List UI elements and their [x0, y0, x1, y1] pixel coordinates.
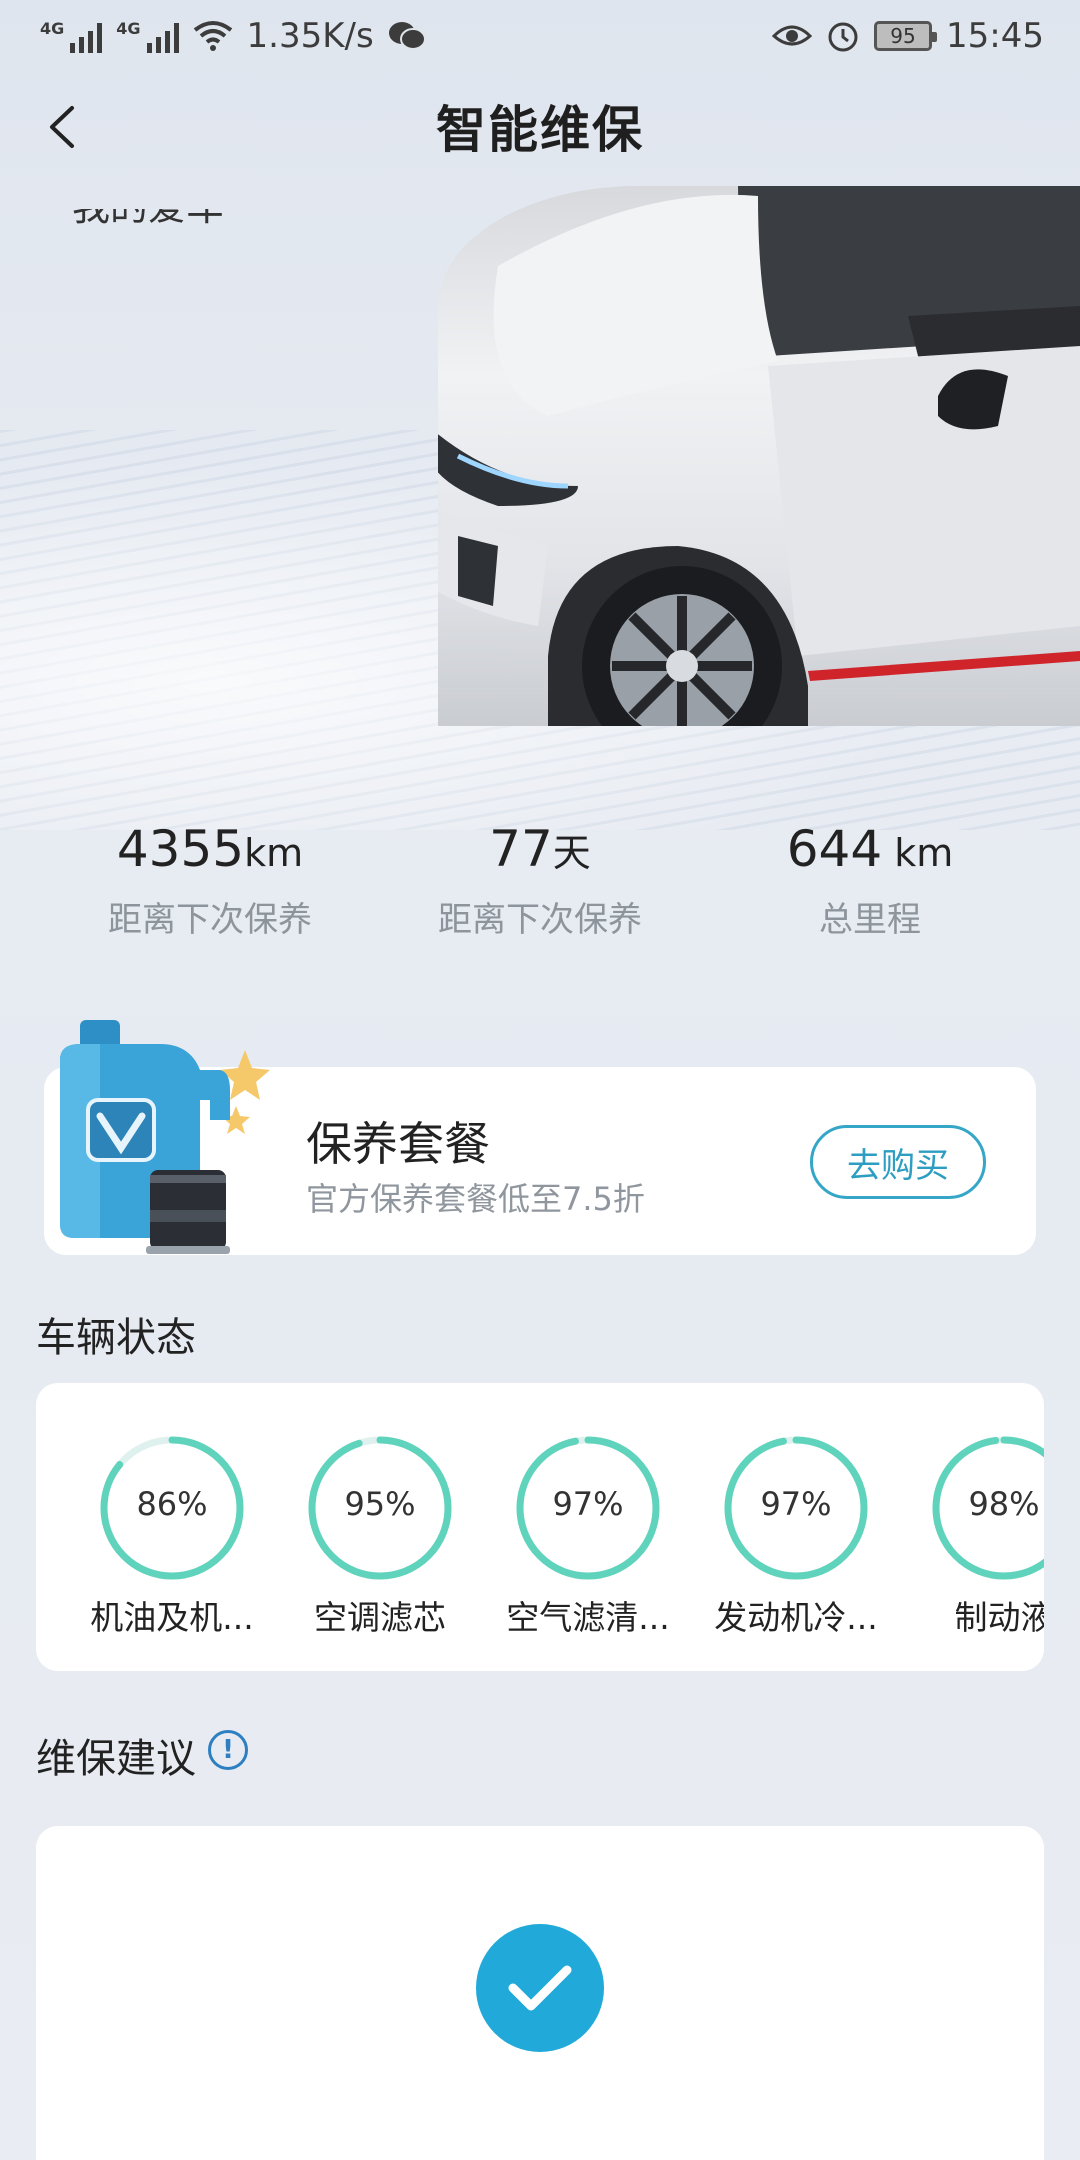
gauge-label: 空气滤清...	[506, 1598, 670, 1637]
title-bar: 智能维保	[0, 80, 1080, 172]
gauge-percent: 86%	[136, 1485, 208, 1523]
status-gauge[interactable]: 86% 机油及机...	[82, 1433, 262, 1639]
status-bar: 4G 4G 1.35K/s 95 15:45	[0, 0, 1080, 72]
my-car-label: 我的爱车	[72, 185, 225, 229]
wechat-icon	[388, 22, 426, 50]
clock: 15:45	[946, 16, 1044, 56]
wifi-icon	[193, 21, 232, 51]
alarm-icon	[828, 22, 858, 52]
status-gauge[interactable]: 98% 制动液	[914, 1433, 1044, 1639]
maintenance-suggestion-title: 维保建议	[36, 1736, 196, 1782]
car-image	[438, 186, 1080, 726]
info-icon[interactable]: !	[208, 1730, 248, 1770]
gauge-label: 制动液	[954, 1598, 1045, 1637]
oil-bottle-icon	[40, 1010, 280, 1260]
buy-button[interactable]: 去购买	[810, 1125, 986, 1199]
page-title: 智能维保	[436, 101, 644, 159]
maintenance-stats: 4355km 距离下次保养 77天 距离下次保养 644 km 总里程	[0, 820, 1080, 960]
gauge-percent: 97%	[760, 1485, 832, 1523]
signal-icon: 4G	[40, 19, 103, 53]
status-gauge[interactable]: 97% 发动机冷...	[706, 1433, 886, 1639]
gauge-label: 发动机冷...	[714, 1598, 878, 1637]
gauge-percent: 97%	[552, 1485, 624, 1523]
status-gauge[interactable]: 95% 空调滤芯	[290, 1433, 470, 1639]
gauge-percent: 95%	[344, 1485, 416, 1523]
vehicle-status-card[interactable]: 86% 机油及机... 95% 空调滤芯 97% 空气滤清... 97% 发动机冷... 98%…	[36, 1383, 1044, 1671]
stat-total-mileage: 644 km 总里程	[786, 820, 954, 940]
car-hero: 我的爱车	[0, 170, 1080, 830]
network-speed: 1.35K/s	[246, 16, 374, 56]
gauge-label: 机油及机...	[90, 1598, 254, 1637]
chevron-left-icon	[50, 106, 74, 148]
battery-icon: 95	[874, 21, 938, 51]
signal-icon-2: 4G	[116, 19, 179, 53]
back-button[interactable]	[38, 104, 84, 150]
gauge-percent: 98%	[968, 1485, 1040, 1523]
status-gauge[interactable]: 97% 空气滤清...	[498, 1433, 678, 1639]
promo-subtitle: 官方保养套餐低至7.5折	[306, 1180, 645, 1218]
stat-next-service-days: 77天 距离下次保养	[438, 820, 642, 940]
vehicle-status-title: 车辆状态	[36, 1315, 196, 1361]
page: 4G 4G 1.35K/s 95 15:45 智能维保 我的爱车 4355km …	[0, 0, 1080, 2160]
stat-next-service-distance: 4355km 距离下次保养	[108, 820, 312, 940]
gauge-label: 空调滤芯	[314, 1598, 446, 1637]
promo-title: 保养套餐	[306, 1117, 490, 1171]
eye-icon	[772, 25, 813, 46]
check-icon	[476, 1924, 604, 2052]
